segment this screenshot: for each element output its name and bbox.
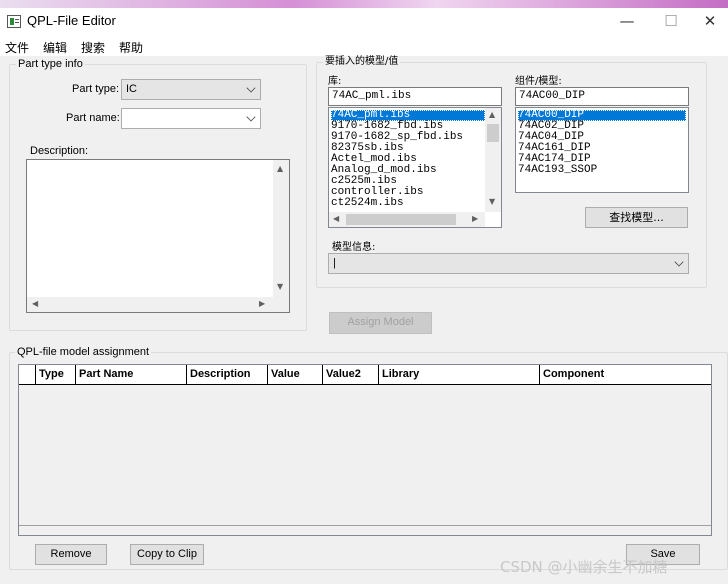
minimize-button[interactable]: — [604,8,650,36]
part-type-label: Part type: [72,83,120,95]
scroll-up-icon[interactable]: ▲ [489,110,495,120]
column-header-type[interactable]: Type [36,365,76,385]
scroll-down-icon[interactable]: ▼ [277,282,283,292]
library-input[interactable]: 74AC_pml.ibs [328,87,502,106]
model-info-dropdown[interactable]: | [328,253,689,274]
description-textarea[interactable]: ▲ ▼ ◀ ▶ [26,159,290,313]
library-list[interactable]: 74AC_pml.ibs 9170-1682_fbd.ibs 9170-1682_s… [328,107,502,228]
menu-help[interactable]: 帮助 [119,39,143,56]
component-list-item[interactable]: 74AC193_SSOP [518,165,686,176]
watermark: CSDN @小幽余生不加糖 [500,558,668,576]
chevron-down-icon [674,257,684,267]
table-divider [19,525,711,526]
library-vertical-scrollbar[interactable]: ▲ ▼ [485,108,501,212]
row-header-corner [19,365,36,385]
scroll-up-icon[interactable]: ▲ [277,164,283,174]
column-header-library[interactable]: Library [379,365,540,385]
model-assignment-table[interactable]: Type Part Name Description Value Value2 … [18,364,712,536]
scroll-right-icon[interactable]: ▶ [259,299,265,309]
library-horizontal-scrollbar[interactable]: ◀ ▶ [329,212,485,227]
chevron-down-icon [246,83,256,93]
library-list-item[interactable]: ct2524m.ibs [331,198,485,209]
menu-edit[interactable]: 编辑 [43,39,67,56]
part-name-label: Part name: [66,112,120,124]
assign-model-button[interactable]: Assign Model [329,312,432,334]
background-strip [0,0,728,8]
menu-search[interactable]: 搜索 [81,39,105,56]
scrollbar-thumb[interactable] [487,124,499,142]
window-title: QPL-File Editor [27,13,116,28]
scroll-corner [273,297,289,312]
description-vertical-scrollbar[interactable]: ▲ ▼ [273,160,289,297]
part-name-dropdown[interactable] [121,108,261,129]
part-type-dropdown[interactable]: IC [121,79,261,100]
close-button[interactable]: ✕ [692,8,728,36]
table-header: Type Part Name Description Value Value2 … [19,365,711,385]
model-insert-label: 要插入的模型/值 [323,56,401,68]
model-info-value: | [333,257,336,269]
remove-button[interactable]: Remove [35,544,107,565]
model-assignment-label: QPL-file model assignment [15,346,152,358]
menu-file[interactable]: 文件 [5,39,29,56]
copy-to-clip-button[interactable]: Copy to Clip [130,544,204,565]
description-horizontal-scrollbar[interactable]: ◀ ▶ [27,297,274,312]
scrollbar-thumb[interactable] [346,214,456,225]
maximize-button[interactable]: ☐ [648,8,694,36]
column-header-value[interactable]: Value [268,365,323,385]
column-header-part-name[interactable]: Part Name [76,365,187,385]
title-bar[interactable]: QPL-File Editor — ☐ ✕ [0,8,728,36]
model-info-label: 模型信息: [332,242,376,253]
column-header-value2[interactable]: Value2 [323,365,379,385]
part-type-info-label: Part type info [16,58,85,70]
app-icon [7,15,21,28]
description-label: Description: [30,145,89,157]
scroll-left-icon[interactable]: ◀ [333,214,339,224]
chevron-down-icon [246,112,256,122]
component-input[interactable]: 74AC00_DIP [515,87,689,106]
component-label: 组件/模型: [515,76,562,87]
find-model-button[interactable]: 查找模型... [585,207,688,228]
scroll-left-icon[interactable]: ◀ [32,299,38,309]
component-list[interactable]: 74AC00_DIP 74AC02_DIP 74AC04_DIP 74AC161_DI… [515,107,689,193]
part-type-value: IC [126,83,137,95]
column-header-description[interactable]: Description [187,365,268,385]
scroll-right-icon[interactable]: ▶ [472,214,478,224]
scroll-down-icon[interactable]: ▼ [489,197,495,207]
library-label: 库: [328,76,342,87]
column-header-component[interactable]: Component [540,365,711,385]
menu-bar: 文件 编辑 搜索 帮助 [0,36,728,56]
